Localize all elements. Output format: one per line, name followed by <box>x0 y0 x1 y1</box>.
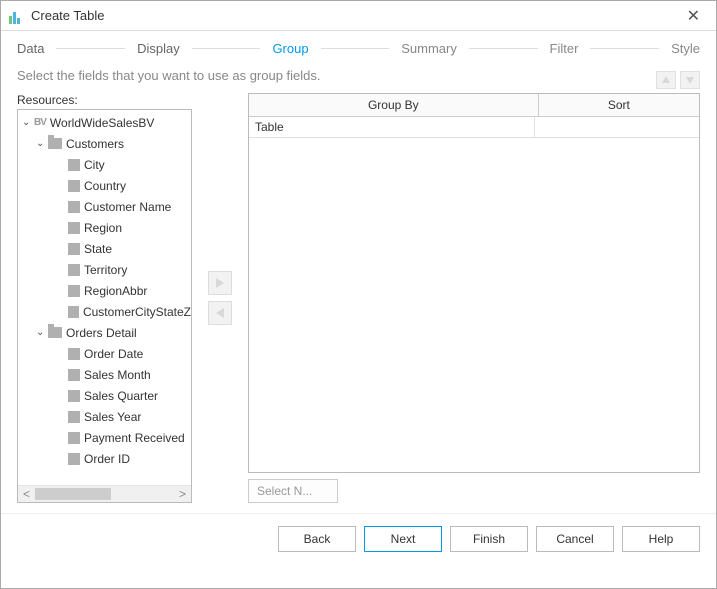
select-n-button[interactable]: Select N... <box>248 479 338 503</box>
field-icon <box>68 222 80 234</box>
tree-field[interactable]: Order ID <box>18 448 191 469</box>
col-group-by[interactable]: Group By <box>249 94 539 116</box>
help-button[interactable]: Help <box>622 526 700 552</box>
tree-root[interactable]: ⌄ BV WorldWideSalesBV <box>18 112 191 133</box>
step-summary[interactable]: Summary <box>401 41 457 56</box>
table-row[interactable]: Table <box>249 117 699 138</box>
field-icon <box>68 411 80 423</box>
next-button[interactable]: Next <box>364 526 442 552</box>
titlebar: Create Table ✕ <box>1 1 716 31</box>
tree-field[interactable]: Sales Year <box>18 406 191 427</box>
resources-tree: ⌄ BV WorldWideSalesBV ⌄ Customers City C… <box>17 109 192 503</box>
transfer-buttons <box>202 93 238 503</box>
step-filter[interactable]: Filter <box>550 41 579 56</box>
tree-folder-orders-detail[interactable]: ⌄ Orders Detail <box>18 322 191 343</box>
tree-field[interactable]: Sales Quarter <box>18 385 191 406</box>
cell-group-by[interactable]: Table <box>249 117 535 137</box>
field-icon <box>68 306 79 318</box>
window-title: Create Table <box>31 8 104 23</box>
scroll-right-icon[interactable]: > <box>174 486 191 503</box>
grid-header: Group By Sort <box>249 94 699 117</box>
resources-label: Resources: <box>17 93 192 107</box>
back-button[interactable]: Back <box>278 526 356 552</box>
field-icon <box>68 180 80 192</box>
step-display[interactable]: Display <box>137 41 180 56</box>
app-icon <box>9 8 25 24</box>
tree-field[interactable]: Payment Received <box>18 427 191 448</box>
content: Resources: ⌄ BV WorldWideSalesBV ⌄ Custo… <box>1 93 716 513</box>
group-panel: Group By Sort Table Select N... <box>248 93 700 503</box>
field-icon <box>68 369 80 381</box>
finish-button[interactable]: Finish <box>450 526 528 552</box>
field-icon <box>68 201 80 213</box>
group-grid[interactable]: Group By Sort Table <box>248 93 700 473</box>
field-icon <box>68 285 80 297</box>
scroll-left-icon[interactable]: < <box>18 486 35 503</box>
tree-field[interactable]: Order Date <box>18 343 191 364</box>
remove-button[interactable] <box>208 301 232 325</box>
instruction-text: Select the fields that you want to use a… <box>1 62 716 93</box>
tree-field[interactable]: CustomerCityStateZ <box>18 301 191 322</box>
folder-icon <box>48 327 62 338</box>
field-icon <box>68 264 80 276</box>
field-icon <box>68 453 80 465</box>
chevron-down-icon[interactable]: ⌄ <box>36 327 48 338</box>
tree-field[interactable]: City <box>18 154 191 175</box>
resources-panel: Resources: ⌄ BV WorldWideSalesBV ⌄ Custo… <box>17 93 192 503</box>
tree-field[interactable]: State <box>18 238 191 259</box>
step-style[interactable]: Style <box>671 41 700 56</box>
move-down-button[interactable] <box>680 71 700 89</box>
move-up-button[interactable] <box>656 71 676 89</box>
cancel-button[interactable]: Cancel <box>536 526 614 552</box>
tree-field[interactable]: Country <box>18 175 191 196</box>
reorder-buttons <box>656 71 700 89</box>
tree-field[interactable]: RegionAbbr <box>18 280 191 301</box>
tree-field[interactable]: Sales Month <box>18 364 191 385</box>
add-button[interactable] <box>208 271 232 295</box>
chevron-down-icon[interactable]: ⌄ <box>22 117 34 128</box>
col-sort[interactable]: Sort <box>539 94 699 116</box>
cell-sort[interactable] <box>535 117 699 137</box>
folder-icon <box>48 138 62 149</box>
tree-scroll[interactable]: ⌄ BV WorldWideSalesBV ⌄ Customers City C… <box>18 110 191 485</box>
horizontal-scrollbar[interactable]: < > <box>18 485 191 502</box>
tree-field[interactable]: Region <box>18 217 191 238</box>
grid-body[interactable]: Table <box>249 117 699 472</box>
field-icon <box>68 390 80 402</box>
step-data[interactable]: Data <box>17 41 44 56</box>
tree-folder-customers[interactable]: ⌄ Customers <box>18 133 191 154</box>
tree-field[interactable]: Territory <box>18 259 191 280</box>
step-group[interactable]: Group <box>272 41 308 56</box>
bv-icon: BV <box>34 117 46 128</box>
field-icon <box>68 348 80 360</box>
tree-field[interactable]: Customer Name <box>18 196 191 217</box>
field-icon <box>68 432 80 444</box>
footer: Back Next Finish Cancel Help <box>1 513 716 568</box>
chevron-down-icon[interactable]: ⌄ <box>36 138 48 149</box>
close-icon[interactable]: ✕ <box>679 2 708 30</box>
wizard-steps: Data Display Group Summary Filter Style <box>1 31 716 62</box>
field-icon <box>68 243 80 255</box>
field-icon <box>68 159 80 171</box>
